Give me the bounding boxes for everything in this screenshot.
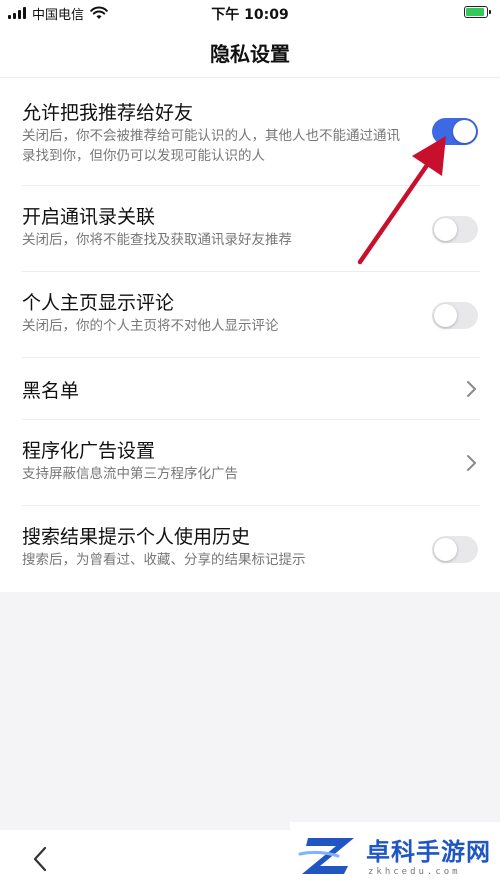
contacts-link-toggle[interactable] <box>432 216 478 243</box>
setting-row-contacts-link[interactable]: 开启通讯录关联 关闭后，你将不能查找及获取通讯录好友推荐 <box>0 186 500 272</box>
toggle-knob <box>453 120 476 143</box>
back-button[interactable] <box>26 844 56 874</box>
page-title: 隐私设置 <box>210 42 290 66</box>
setting-row-recommend-to-friends[interactable]: 允许把我推荐给好友 关闭后，你不会被推荐给可能认识的人，其他人也不能通过通讯录找… <box>0 78 500 186</box>
setting-description: 搜索后，为曾看过、收藏、分享的结果标记提示 <box>22 552 306 568</box>
settings-list: 允许把我推荐给好友 关闭后，你不会被推荐给可能认识的人，其他人也不能通过通讯录找… <box>0 78 500 592</box>
site-watermark: 卓科手游网 zkhcedu.com <box>290 822 500 889</box>
toggle-knob <box>434 218 457 241</box>
setting-title: 搜索结果提示个人使用历史 <box>22 526 251 548</box>
setting-row-profile-comments[interactable]: 个人主页显示评论 关闭后，你的个人主页将不对他人显示评论 <box>0 272 500 358</box>
nav-bar: 隐私设置 <box>0 26 500 78</box>
setting-title: 黑名单 <box>22 380 80 402</box>
chevron-right-icon <box>467 381 476 397</box>
privacy-settings-screen: 中国电信 下午 10:09 隐私设置 允许把我推荐给好友 关闭后，你不会被推荐给… <box>0 0 500 889</box>
setting-row-blacklist[interactable]: 黑名单 <box>0 358 500 420</box>
watermark-domain: zkhcedu.com <box>368 867 461 877</box>
search-history-hints-toggle[interactable] <box>432 536 478 563</box>
toggle-knob <box>434 538 457 561</box>
setting-description: 关闭后，你的个人主页将不对他人显示评论 <box>22 318 279 334</box>
z-logo-icon <box>298 838 354 874</box>
setting-title: 开启通讯录关联 <box>22 206 156 228</box>
battery-charging-icon <box>464 6 491 18</box>
setting-row-search-history-hints[interactable]: 搜索结果提示个人使用历史 搜索后，为曾看过、收藏、分享的结果标记提示 <box>0 506 500 592</box>
status-bar: 中国电信 下午 10:09 <box>0 0 500 26</box>
setting-row-programmatic-ads[interactable]: 程序化广告设置 支持屏蔽信息流中第三方程序化广告 <box>0 420 500 506</box>
chevron-right-icon <box>467 455 476 471</box>
setting-title: 允许把我推荐给好友 <box>22 102 194 124</box>
status-time: 下午 10:09 <box>211 7 289 23</box>
toggle-knob <box>434 304 457 327</box>
setting-title: 个人主页显示评论 <box>22 292 175 314</box>
setting-description: 关闭后，你将不能查找及获取通讯录好友推荐 <box>22 232 292 248</box>
watermark-name: 卓科手游网 <box>366 838 491 866</box>
setting-title: 程序化广告设置 <box>22 440 156 462</box>
setting-description: 支持屏蔽信息流中第三方程序化广告 <box>22 466 238 482</box>
setting-description: 关闭后，你不会被推荐给可能认识的人，其他人也不能通过通讯录找到你，但你仍可以发现… <box>22 128 400 164</box>
profile-comments-toggle[interactable] <box>432 302 478 329</box>
chevron-left-icon <box>33 846 47 872</box>
recommend-to-friends-toggle[interactable] <box>432 118 478 145</box>
